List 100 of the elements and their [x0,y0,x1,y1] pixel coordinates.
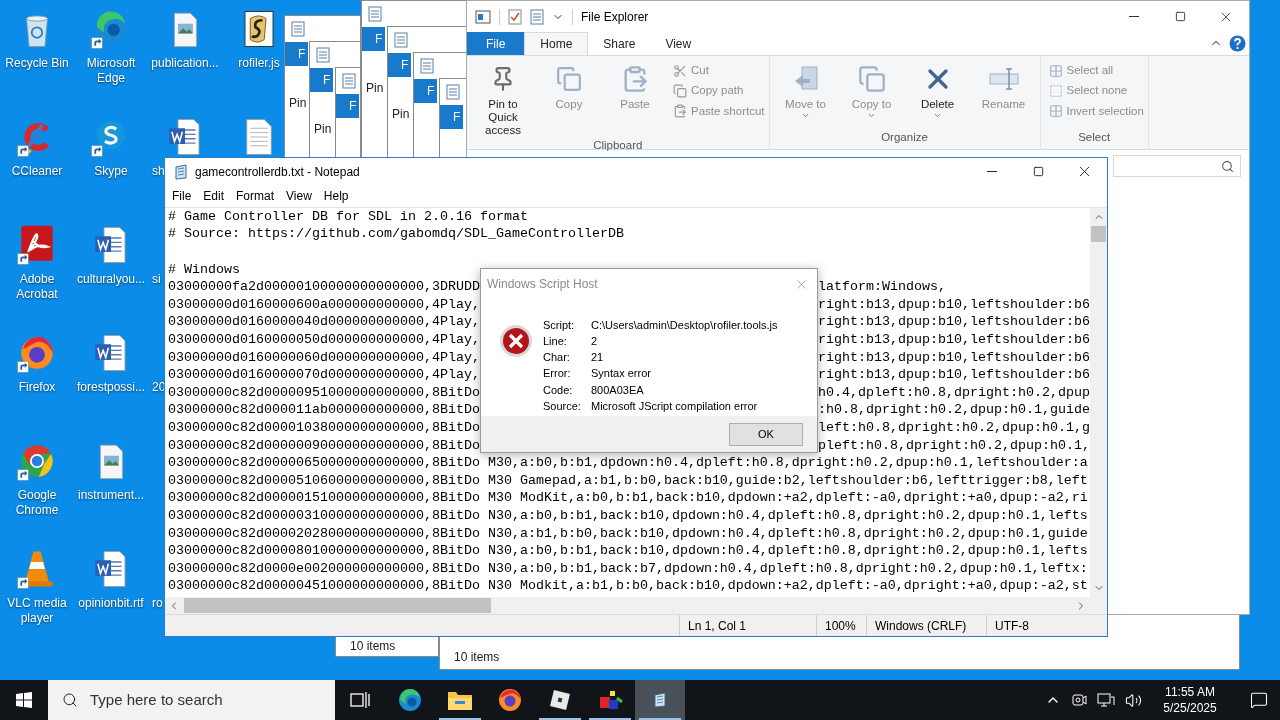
text-line: 03000000c82d00000151000000000000,8BitDo M30 ModKit,a:b0,b:b1,back:b10,dpdown:+a2,dpleft:-a0,dpright:+a0,dpup:-a2,ri [168,489,1088,507]
status-text: Ln 1, Col 1 [679,615,816,636]
ok-button[interactable]: OK [729,422,803,446]
rename-icon [988,67,1019,91]
text-line: right:b13,dpup:b10,leftshoulder:b6 [817,366,1090,384]
status-text: 10 items [453,649,500,666]
field-value: 800A03EA [591,383,645,398]
windows-logo-icon [16,692,32,708]
firefox-icon[interactable] [497,687,523,713]
ribbon-label: Pin [392,106,410,123]
icon-label[interactable]: VLC media player [0,596,74,626]
icon-label[interactable]: Firefox [17,380,57,395]
help-icon[interactable] [1229,35,1246,52]
field-label: Code: [543,383,574,398]
ribbon-button[interactable]: Delete [905,60,970,129]
horizontal-scrollbar[interactable] [165,597,1090,615]
ribbon-label: Pin [289,95,307,112]
field-label: Char: [543,351,571,366]
menu-item[interactable]: Edit [198,187,230,206]
text-line: 03000000c82d0000e002000000000000,8BitDo N30,a:b0,b:b1,back:b7,dpdown:h0.4,dpleft:h0.8,dpright:h0.2,dpup:h0.1,leftx: [168,559,1088,578]
icon-label[interactable]: 20 [148,380,166,395]
search-field[interactable] [1113,155,1241,177]
menu-item[interactable]: File [167,187,197,206]
notepad-icon[interactable] [652,692,668,708]
search-field[interactable]: Type here to search [90,688,310,712]
notepad-icon[interactable] [173,163,189,180]
cube-icon[interactable] [548,688,572,712]
icon-label[interactable]: culturalyou... [75,272,146,287]
text-line: :h0.8,dpright:h0.2,dpup:h0.1,guide [817,401,1090,419]
text-line: 03000000c82d00008010000000000000,8BitDo N30,a:b0,b:b1,back:b10,dpdown:h0.4,dpleft:h0.8,dpright:h0.2,dpup:h0.1,lefts [168,542,1088,560]
ribbon-tab[interactable]: Home [524,32,589,55]
ribbon-tab[interactable]: View [650,32,707,55]
field-value: Syntax error [591,367,652,382]
icon-label[interactable]: Skype [93,164,129,179]
scroll-thumb[interactable] [1091,225,1106,242]
menu-item[interactable]: Help [318,187,354,206]
icon-label[interactable]: ro [148,596,163,611]
icon-label[interactable]: opinionbit.rtf [77,596,145,611]
taskbar-app[interactable] [635,680,685,720]
ribbon-tab[interactable]: F [310,68,333,92]
ribbon-tab[interactable]: F [336,94,359,118]
status-text: 10 items [349,638,396,655]
text-line: latform:Windows, [817,278,946,296]
icon-label[interactable]: instrument... [77,488,145,503]
folder-icon[interactable] [447,689,473,711]
icon-label[interactable]: rofiler.js [237,56,281,71]
text-line: 03000000d0160000060d000000000000,4Play, [168,348,480,367]
running-indicator [539,718,581,720]
text-line: 03000000c82d00000090000000000000,8BitDo [168,436,480,455]
volume-icon[interactable] [1125,691,1142,709]
icon-label[interactable]: sh [148,164,165,179]
icon-label[interactable]: Google Chrome [0,488,74,518]
icon-label[interactable]: forestpossi... [76,380,146,395]
search-box[interactable]: Type here to search [48,680,335,720]
text-line: h0.4,dpleft:h0.8,dpright:h0.2,dpup [817,383,1090,402]
text-line: # Game Controller DB for SDL in 2.0.16 format [168,207,528,226]
menu-item[interactable]: View [281,187,317,206]
icon-label[interactable]: si [148,272,161,287]
notification-icon [1250,691,1268,709]
icon-label[interactable]: Adobe Acrobat [0,272,74,302]
maximize-icon [1174,11,1186,22]
field-label: Source: [543,399,582,414]
copy-path-icon [673,83,687,98]
clock[interactable]: 11:55 AM 5/25/2025 [1152,684,1228,716]
text-line: pleft:h0.8,dpright:h0.2,dpup:h0.1, [817,436,1090,455]
error-icon [499,324,533,358]
text-line: right:b13,dpup:b10,leftshoulder:b6 [817,295,1090,314]
ribbon-tab[interactable]: F [414,79,437,103]
icon-label[interactable]: publication... [150,56,220,71]
field-value: C:\Users\admin\Desktop\rofiler.tools.js [591,319,778,333]
icon-label[interactable]: Microsoft Edge [74,56,148,86]
search-icon [1221,159,1234,173]
camera-icon[interactable] [1071,692,1087,708]
ribbon-tab[interactable]: F [388,53,411,77]
text-line: 03000000d0160000050d000000000000,4Play, [168,331,480,349]
icon-label[interactable]: CCleaner [10,164,64,179]
scissors-icon [673,63,687,78]
ribbon-button[interactable]: Pin to Quick access [471,60,535,137]
icon-label[interactable]: Recycle Bin [4,56,70,71]
checkmark-icon[interactable] [508,8,522,25]
search-icon [62,692,78,708]
vertical-scrollbar[interactable] [1090,207,1107,598]
field-label: Script: [543,319,576,333]
scroll-thumb[interactable] [184,598,491,614]
ribbon-tab[interactable]: F [440,105,463,129]
network-icon[interactable] [1097,692,1115,708]
group-label: Select [1077,129,1112,145]
copy-icon [556,66,582,92]
ribbon-tab[interactable]: F [285,42,308,66]
menu-item[interactable]: Format [231,187,280,206]
status-text: UTF-8 [986,615,1107,636]
edge-icon[interactable] [397,687,423,713]
ribbon-tab[interactable]: Share [588,32,651,55]
ribbon-tab[interactable]: F [362,27,385,51]
text-line: # Source: https://github.com/gabomdq/SDL_GameControllerDB [168,225,624,244]
text-line: 03000000c82d00000650000000000000,8BitDo M30,a:b0,b:b1,dpdown:h0.4,dpleft:h0.8,dpright:h0.2,dpup:h0.1,leftshoulder:a [168,454,1088,472]
text-line: 03000000c82d00002028000000000000,8BitDo N30,a:b1,b:b0,back:b10,dpdown:h0.4,dpleft:h0.8,dpright:h0.2,dpup:h0.1,guide [168,524,1088,543]
ribbon-tab[interactable]: File [467,32,525,55]
text-line: right:b13,dpup:b10,leftshoulder:b6 [817,348,1090,367]
paint-app-icon[interactable] [597,688,623,712]
